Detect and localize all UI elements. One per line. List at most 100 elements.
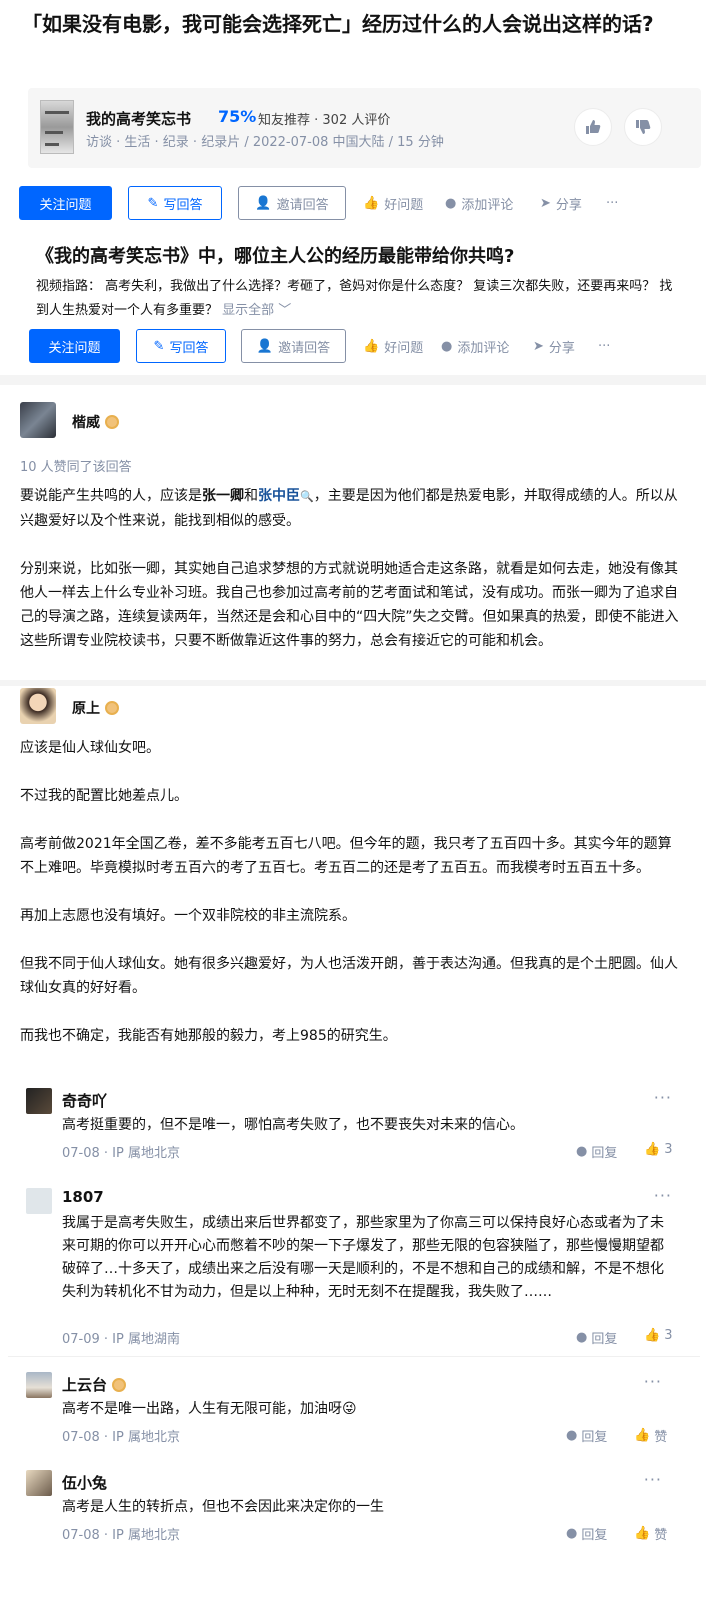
- answer-body: 要说能产生共鸣的人，应该是张一卿和张中臣🔍，主要是因为他们都是热爱电影，并取得成…: [20, 484, 684, 677]
- add-comment-label: 添加评论: [461, 197, 514, 213]
- reply-label: 回复: [591, 1332, 618, 1347]
- reply-button[interactable]: ● 回复: [576, 1142, 617, 1161]
- author-name-text: 原上: [72, 701, 100, 717]
- answer-paragraph: 分别来说，比如张一卿，其实她自己追求梦想的方式就说明她适合走这条路，就看是如何去…: [20, 561, 679, 649]
- answer-paragraph: 而我也不确定，我能否有她那般的毅力，考上985的研究生。: [20, 1028, 397, 1044]
- answer-text-span: 要说能产生共鸣的人，应该是: [20, 488, 202, 504]
- linked-question-title[interactable]: 《我的高考笑忘书》中，哪位主人公的经历最能带给你共鸣?: [36, 242, 514, 268]
- write-answer-button-2[interactable]: ✎ 写回答: [136, 329, 226, 363]
- comment-text: 高考不是唯一出路，人生有无限可能，加油呀😜: [62, 1401, 357, 1417]
- comment-more-button[interactable]: ···: [654, 1088, 672, 1107]
- add-comment-label-2: 添加评论: [457, 340, 510, 356]
- comment-item: 奇奇吖 ··· 高考挺重要的，但不是唯一，哪怕高考失败了，也不要丧失对未来的信心…: [8, 1066, 700, 1176]
- reply-button[interactable]: ● 回复: [566, 1426, 607, 1445]
- like-count: 3: [664, 1142, 673, 1157]
- good-question-button[interactable]: 👍 好问题: [363, 186, 423, 220]
- like-button[interactable]: 👍 3: [644, 1328, 672, 1343]
- thumbs-down-button[interactable]: [624, 108, 662, 146]
- like-label: 赞: [654, 1528, 668, 1543]
- like-label: 赞: [654, 1430, 668, 1445]
- media-recommend: 知友推荐 · 302 人评价: [258, 113, 391, 128]
- comment-author[interactable]: 1807: [62, 1188, 104, 1206]
- answer-author-name[interactable]: 原上: [72, 698, 119, 718]
- follow-question-button[interactable]: 关注问题: [19, 186, 112, 220]
- thumbs-up-button[interactable]: [574, 108, 612, 146]
- media-meta: 访谈 · 生活 · 纪录 · 纪录片 / 2022-07-08 中国大陆 / 1…: [86, 135, 444, 150]
- thumbs-up-icon: 👍: [644, 1328, 661, 1343]
- comment-author-text: 上云台: [62, 1376, 108, 1394]
- page: 「如果没有电影，我可能会选择死亡」经历过什么的人会说出这样的话? 我的高考笑忘书…: [0, 0, 706, 1602]
- more-options-button-2[interactable]: ···: [598, 329, 610, 363]
- write-answer-label: 写回答: [163, 197, 203, 213]
- comment-more-button[interactable]: ···: [654, 1186, 672, 1205]
- share-arrow-icon: ➤: [533, 338, 544, 354]
- reply-label: 回复: [591, 1146, 618, 1161]
- badge-icon: [105, 701, 119, 715]
- answer-paragraph: 高考前做2021年全国乙卷，差不多能考五百七八吧。但今年的题，我只考了五百四十多…: [20, 836, 672, 876]
- invite-answer-label-2: 邀请回答: [278, 340, 331, 356]
- avatar[interactable]: [20, 688, 56, 724]
- answer-author-name[interactable]: 楷威: [72, 412, 119, 432]
- thumbs-up-icon: 👍: [634, 1526, 651, 1541]
- person-plus-icon: 👤: [256, 338, 274, 354]
- like-button[interactable]: 👍 赞: [634, 1426, 667, 1445]
- share-button[interactable]: ➤ 分享: [540, 186, 582, 220]
- invite-answer-button[interactable]: 👤 邀请回答: [238, 186, 346, 220]
- invite-answer-button-2[interactable]: 👤 邀请回答: [241, 329, 346, 363]
- good-question-label: 好问题: [384, 197, 424, 213]
- add-comment-button[interactable]: ● 添加评论: [445, 186, 513, 220]
- comment-meta: 07-08 · IP 属地北京: [62, 1146, 180, 1161]
- linked-question-desc-text: 视频指路： 高考失利，我做出了什么选择？考砸了，爸妈对你是什么态度？ 复读三次都…: [36, 279, 673, 318]
- media-card[interactable]: 我的高考笑忘书 75% 知友推荐 · 302 人评价 访谈 · 生活 · 纪录 …: [28, 88, 701, 168]
- media-name[interactable]: 我的高考笑忘书: [86, 108, 191, 129]
- answer-paragraph: 应该是仙人球仙女吧。: [20, 740, 160, 756]
- comment-author[interactable]: 伍小兔: [62, 1472, 107, 1493]
- question-action-bar: 关注问题 ✎ 写回答 👤 邀请回答 👍 好问题 ● 添加评论 ➤ 分享 ···: [0, 186, 706, 222]
- share-label: 分享: [555, 197, 582, 213]
- question-title: 「如果没有电影，我可能会选择死亡」经历过什么的人会说出这样的话?: [22, 12, 654, 36]
- show-all-link[interactable]: 显示全部 ﹀: [222, 303, 291, 318]
- avatar[interactable]: [20, 402, 56, 438]
- answer-paragraph: 再加上志愿也没有填好。一个双非院校的非主流院系。: [20, 908, 356, 924]
- answer-paragraph: 但我不同于仙人球仙女。她有很多兴趣爱好，为人也活泼开朗，善于表达沟通。但我真的是…: [20, 956, 678, 996]
- keyword-link[interactable]: 张中臣: [258, 488, 300, 504]
- badge-icon: [112, 1378, 127, 1392]
- good-question-button-2[interactable]: 👍 好问题: [363, 329, 423, 363]
- search-icon[interactable]: 🔍: [300, 490, 314, 503]
- comment-meta: 07-08 · IP 属地北京: [62, 1430, 180, 1445]
- share-label-2: 分享: [548, 340, 575, 356]
- thumbs-up-icon: 👍: [644, 1142, 661, 1157]
- reply-label: 回复: [581, 1430, 608, 1445]
- write-answer-button[interactable]: ✎ 写回答: [128, 186, 222, 220]
- comment-author[interactable]: 奇奇吖: [62, 1090, 107, 1111]
- like-button[interactable]: 👍 3: [644, 1142, 672, 1157]
- comment-avatar[interactable]: [26, 1088, 52, 1114]
- linked-question-desc: 视频指路： 高考失利，我做出了什么选择？考砸了，爸妈对你是什么态度？ 复读三次都…: [36, 275, 682, 323]
- keyword-link[interactable]: 张一卿: [202, 488, 244, 504]
- add-comment-button-2[interactable]: ● 添加评论: [441, 329, 509, 363]
- comment-avatar[interactable]: [26, 1470, 52, 1496]
- answer-separator: [0, 680, 706, 686]
- comment-author[interactable]: 上云台: [62, 1374, 127, 1395]
- media-poster[interactable]: [40, 100, 74, 154]
- thumbs-down-icon: [636, 120, 651, 134]
- reply-button[interactable]: ● 回复: [576, 1328, 617, 1347]
- thumbs-up-icon: [586, 120, 601, 134]
- comment-avatar[interactable]: [26, 1188, 52, 1214]
- comment-avatar[interactable]: [26, 1372, 52, 1398]
- more-options-button[interactable]: ···: [606, 186, 618, 220]
- author-name-text: 楷威: [72, 415, 100, 431]
- comment-more-button[interactable]: ···: [644, 1470, 662, 1489]
- good-question-label-2: 好问题: [384, 340, 424, 356]
- reply-button[interactable]: ● 回复: [566, 1524, 607, 1543]
- badge-icon: [105, 415, 119, 429]
- share-button-2[interactable]: ➤ 分享: [533, 329, 575, 363]
- comment-text: 我属于是高考失败生，成绩出来后世界都变了，那些家里为了你高三可以保持良好心态或者…: [62, 1215, 664, 1300]
- follow-question-button-2[interactable]: 关注问题: [29, 329, 120, 363]
- comment-meta: 07-09 · IP 属地湖南: [62, 1332, 180, 1347]
- comment-more-button[interactable]: ···: [644, 1372, 662, 1391]
- like-button[interactable]: 👍 赞: [634, 1524, 667, 1543]
- person-plus-icon: 👤: [255, 195, 272, 211]
- pencil-icon: ✎: [153, 338, 165, 354]
- answer-body: 应该是仙人球仙女吧。 不过我的配置比她差点儿。 高考前做2021年全国乙卷，差不…: [20, 736, 684, 1072]
